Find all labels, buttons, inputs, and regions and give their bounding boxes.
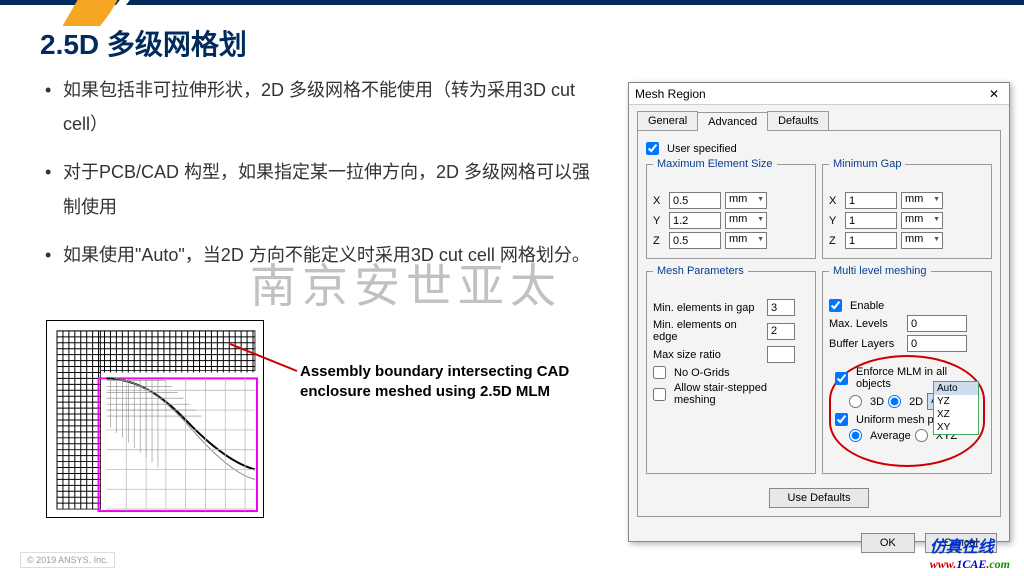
bullet-3: 如果使用"Auto"，当2D 方向不能定义时采用3D cut cell 网格划分… [45,238,605,272]
mingap-z-input[interactable] [845,232,897,249]
dd-option-xy[interactable]: XY [934,421,978,434]
mingap-z-unit[interactable]: mm [901,232,943,249]
user-specified-label: User specified [667,143,737,155]
avg-radio[interactable] [849,429,862,442]
max-y-unit[interactable]: mm [725,212,767,229]
mlm-highlight-circle: Enforce MLM in all objects 3D 2D Auto Un… [829,355,985,467]
bullet-2: 对于PCB/CAD 构型，如果指定某一拉伸方向，2D 多级网格可以强制使用 [45,155,605,223]
user-specified-checkbox[interactable] [646,142,659,155]
mesh-region-dialog: Mesh Region ✕ General Advanced Defaults … [628,82,1010,542]
min-gap-elem-input[interactable] [767,299,795,316]
dd-option-yz[interactable]: YZ [934,395,978,408]
mingap-x-unit[interactable]: mm [901,192,943,209]
callout-text: Assembly boundary intersecting CAD enclo… [300,362,580,403]
mesh-diagram [46,320,264,518]
max-elem-title: Maximum Element Size [653,158,777,170]
max-ratio-input[interactable] [767,346,795,363]
stair-checkbox[interactable] [653,388,666,401]
ok-button[interactable]: OK [861,533,915,553]
mesh-params-title: Mesh Parameters [653,265,748,277]
mlm-2d-radio[interactable] [888,395,901,408]
max-z-input[interactable] [669,232,721,249]
dd-option-auto[interactable]: Auto [934,382,978,395]
bullet-list: 如果包括非可拉伸形状，2D 多级网格不能使用（转为采用3D cut cell） … [45,73,605,272]
buffer-layers-input[interactable] [907,335,967,352]
tab-general[interactable]: General [637,111,698,130]
dialog-title: Mesh Region [635,87,706,101]
mlm-title: Multi level meshing [829,265,931,277]
use-defaults-button[interactable]: Use Defaults [769,488,870,508]
tab-advanced[interactable]: Advanced [697,112,768,131]
page-title: 2.5D 多级网格划 [40,23,1024,63]
close-icon[interactable]: ✕ [985,87,1003,101]
enforce-mlm-checkbox[interactable] [835,372,848,385]
mlm-enable-checkbox[interactable] [829,299,842,312]
mingap-y-unit[interactable]: mm [901,212,943,229]
max-levels-input[interactable] [907,315,967,332]
uniform-mesh-checkbox[interactable] [835,413,848,426]
direction-dropdown-list[interactable]: Auto YZ XZ XY [933,381,979,435]
bullet-1: 如果包括非可拉伸形状，2D 多级网格不能使用（转为采用3D cut cell） [45,73,605,141]
max-y-input[interactable] [669,212,721,229]
max-x-input[interactable] [669,192,721,209]
dd-option-xz[interactable]: XZ [934,408,978,421]
min-gap-title: Minimum Gap [829,158,905,170]
copyright: © 2019 ANSYS, Inc. [20,552,115,568]
tab-defaults[interactable]: Defaults [767,111,829,130]
footer-brand: 仿真在线 www.1CAE.com [930,533,1010,572]
no-ogrids-checkbox[interactable] [653,366,666,379]
mingap-x-input[interactable] [845,192,897,209]
min-edge-elem-input[interactable] [767,323,795,340]
mlm-3d-radio[interactable] [849,395,862,408]
max-z-unit[interactable]: mm [725,232,767,249]
max-x-unit[interactable]: mm [725,192,767,209]
xyz-radio[interactable] [915,429,928,442]
mingap-y-input[interactable] [845,212,897,229]
